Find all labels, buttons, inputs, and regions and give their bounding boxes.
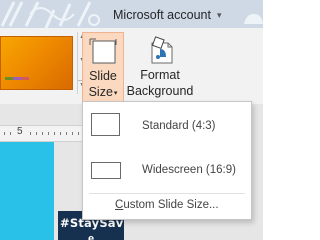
chevron-down-icon: ▾ [113, 89, 118, 97]
ruler-tick [36, 132, 37, 135]
menu-item-custom-label: Custom Slide Size... [115, 199, 219, 211]
ruler-tick [54, 132, 55, 135]
title-bar: Microsoft account ▾ [0, 0, 263, 28]
format-background-icon [151, 36, 173, 64]
format-background-label-line2: Background [126, 84, 194, 98]
slide-canvas[interactable] [0, 142, 54, 240]
widescreen-aspect-icon [91, 162, 121, 179]
ruler-tick [60, 132, 61, 135]
ruler-tick [30, 132, 31, 135]
slide-size-dropdown: Standard (4:3) Widescreen (16:9) Custom … [82, 101, 252, 220]
menu-item-custom-slide-size[interactable]: Custom Slide Size... [83, 195, 251, 217]
horizontal-ruler[interactable] [0, 125, 85, 142]
menu-item-widescreen[interactable]: Widescreen (16:9) [83, 151, 251, 191]
ruler-tick [66, 132, 67, 135]
account-label: Microsoft account [113, 8, 211, 22]
menu-item-standard-label: Standard (4:3) [142, 120, 216, 132]
theme-color-swatch [5, 77, 13, 80]
standard-aspect-icon [91, 113, 120, 136]
menu-item-standard[interactable]: Standard (4:3) [83, 107, 251, 147]
titlebar-decoration-icon [0, 1, 100, 28]
slide-size-icon [89, 38, 117, 64]
account-face-icon [244, 14, 263, 24]
menu-separator [89, 193, 245, 194]
custom-label-rest: ustom Slide Size... [123, 199, 219, 211]
ruler-tick [42, 132, 43, 135]
slide-size-label-line2: Size▾ [83, 85, 123, 99]
format-background-button[interactable]: Format Background [126, 32, 194, 102]
slide-size-label-text: Size [88, 85, 113, 99]
microsoft-account-button[interactable]: Microsoft account ▾ [113, 5, 222, 25]
format-background-label-line1: Format [140, 68, 180, 82]
theme-color-swatch [13, 77, 21, 80]
slide-size-label-line1: Slide [89, 69, 117, 83]
ruler-tick [72, 132, 73, 135]
theme-color-swatch [21, 77, 29, 80]
theme-variant-thumbnail[interactable] [0, 36, 73, 90]
ruler-tick [4, 132, 5, 135]
slide-hashtag-text-line2: e [88, 233, 95, 240]
ruler-tick [48, 132, 49, 135]
menu-item-widescreen-label: Widescreen (16:9) [142, 164, 236, 176]
ruler-number: 5 [17, 126, 23, 137]
slide-size-button[interactable]: Slide Size▾ [82, 32, 124, 102]
ruler-tick [10, 132, 11, 135]
ruler-tick [78, 132, 79, 135]
chevron-down-icon: ▾ [216, 9, 222, 20]
